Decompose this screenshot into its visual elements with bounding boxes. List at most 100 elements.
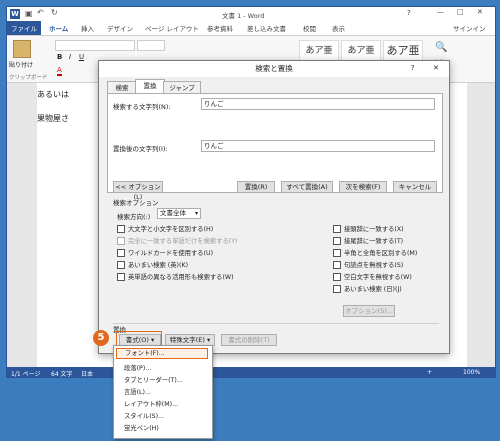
doc-line-1: あるいは [37, 90, 69, 99]
checkbox[interactable] [117, 224, 125, 233]
page-count[interactable]: 1/1 ページ [11, 369, 40, 377]
right-option-4[interactable]: 空白文字を無視する(W) [333, 272, 412, 281]
menu-item-frame[interactable]: レイアウト枠(M)... [124, 399, 178, 408]
replace-all-button[interactable]: すべて置換(A) [281, 181, 333, 193]
maximize-icon[interactable]: □ [457, 8, 464, 16]
font-color-icon[interactable]: A [57, 66, 62, 76]
status-bar: 1/1 ページ 64 文字 日本 + 100% [7, 367, 495, 377]
checkbox[interactable] [117, 260, 125, 269]
checkbox[interactable] [333, 236, 341, 245]
zoom-level[interactable]: 100% [463, 369, 480, 376]
checkbox[interactable] [333, 272, 341, 281]
find-next-button[interactable]: 次を検索(F) [339, 181, 387, 193]
format-button-highlight [116, 331, 162, 346]
checkbox[interactable] [333, 224, 341, 233]
menu-item-font[interactable]: フォント(F)... [116, 348, 208, 359]
menu-item-tabs[interactable]: タブとリーダー(T)... [124, 375, 183, 384]
right-option-3[interactable]: 句読点を無視する(S) [333, 260, 403, 269]
tab-view[interactable]: 表示 [332, 23, 345, 33]
bold-icon[interactable]: B [57, 53, 62, 61]
right-option-5[interactable]: あいまい検索 (日)(J) [333, 284, 402, 293]
save-icon[interactable]: ▣ [25, 9, 33, 18]
format-menu: フォント(F)... 段落(P)... タブとリーダー(T)... 言語(L).… [113, 345, 213, 439]
doc-line-2: 果物屋さ [37, 114, 69, 123]
checkbox-label: あいまい検索 (日)(J) [344, 286, 402, 293]
menu-item-paragraph[interactable]: 段落(P)... [124, 363, 151, 372]
tab-design[interactable]: デザイン [107, 23, 133, 33]
tab-insert[interactable]: 挿入 [81, 23, 94, 33]
checkbox-label: 空白文字を無視する(W) [344, 274, 412, 281]
direction-value: 文書全体 [160, 209, 186, 217]
zoom-plus-icon[interactable]: + [427, 369, 432, 376]
left-option-3[interactable]: あいまい検索 (英)(K) [117, 260, 188, 269]
dialog-help-icon[interactable]: ? [411, 64, 415, 72]
help-icon[interactable]: ? [407, 9, 411, 17]
dialog-close-icon[interactable]: ✕ [433, 64, 439, 72]
minimize-icon[interactable]: — [437, 8, 444, 16]
chevron-down-icon: ▾ [194, 210, 198, 217]
word-logo-icon: W [10, 9, 20, 19]
replace-button[interactable]: 置換(R) [237, 181, 275, 193]
right-option-2[interactable]: 半角と全角を区別する(M) [333, 248, 417, 257]
ime-options-button[interactable]: オプション(S)... [343, 305, 395, 317]
left-option-0[interactable]: 大文字と小文字を区別する(H) [117, 224, 213, 233]
font-name-box[interactable] [55, 40, 135, 51]
checkbox[interactable] [333, 248, 341, 257]
checkbox[interactable] [117, 272, 125, 281]
signin-link[interactable]: サインイン [453, 23, 486, 33]
menu-item-highlight[interactable]: 蛍光ペン(H) [124, 423, 159, 432]
tab-replace[interactable]: 置換 [135, 79, 165, 94]
tab-page-layout[interactable]: ページ レイアウト [145, 23, 199, 33]
tab-home[interactable]: ホーム [49, 23, 68, 33]
clipboard-label: クリップボード [9, 75, 48, 81]
checkbox[interactable] [333, 284, 341, 293]
left-option-2[interactable]: ワイルドカードを使用する(U) [117, 248, 213, 257]
checkbox[interactable] [117, 236, 125, 245]
checkbox-label: 接頭辞に一致する(X) [344, 226, 404, 233]
find-icon[interactable]: 🔍 [435, 42, 447, 53]
checkbox-label: 大文字と小文字を区別する(H) [128, 226, 214, 233]
window-title: 文書 1 - Word [222, 12, 265, 20]
left-option-4[interactable]: 英単語の異なる活用形も検索する(W) [117, 272, 234, 281]
underline-icon[interactable]: U [79, 53, 84, 61]
dialog-title: 検索と置換 [99, 61, 449, 77]
find-replace-dialog: 検索と置換 ? ✕ 検索 置換 ジャンプ 検索する文字列(N): りんご 置換後… [98, 60, 450, 354]
checkbox[interactable] [333, 260, 341, 269]
divider [113, 323, 439, 324]
cancel-button[interactable]: キャンセル [393, 181, 437, 193]
step-badge: 5 [93, 330, 109, 346]
find-input[interactable]: りんご [201, 98, 435, 110]
tab-file[interactable]: ファイル [7, 21, 41, 35]
word-count[interactable]: 64 文字 [51, 369, 73, 377]
tab-references[interactable]: 参考資料 [207, 23, 233, 33]
paste-label[interactable]: 貼り付け [9, 60, 33, 69]
replace-label: 置換後の文字列(I): [113, 145, 168, 153]
redo-icon[interactable]: ↻ [51, 8, 58, 17]
title-bar: W ▣ ↶ ↻ 文書 1 - Word ? — □ ✕ [7, 7, 495, 21]
search-options-label: 検索オプション [113, 199, 159, 207]
checkbox-label: あいまい検索 (英)(K) [128, 262, 189, 269]
find-label: 検索する文字列(N): [113, 103, 171, 111]
checkbox-label: 句読点を無視する(S) [344, 262, 404, 269]
checkbox-label: 半角と全角を区別する(M) [344, 250, 418, 257]
font-size-box[interactable] [137, 40, 165, 51]
italic-icon[interactable]: I [69, 53, 71, 61]
clear-format-button[interactable]: 書式の削除(T) [221, 334, 277, 346]
direction-label: 検索方向(:) [117, 213, 151, 221]
close-icon[interactable]: ✕ [477, 8, 483, 16]
undo-icon[interactable]: ↶ [37, 8, 44, 17]
checkbox-label: ワイルドカードを使用する(U) [128, 250, 214, 257]
menu-item-style[interactable]: スタイル(S)... [124, 411, 164, 420]
right-option-0[interactable]: 接頭辞に一致する(X) [333, 224, 404, 233]
checkbox[interactable] [117, 248, 125, 257]
direction-select[interactable]: 文書全体 ▾ [157, 208, 201, 219]
paste-icon[interactable] [13, 40, 31, 58]
menu-item-language[interactable]: 言語(L)... [124, 387, 151, 396]
tab-review[interactable]: 校閲 [303, 23, 316, 33]
left-option-1[interactable]: 完全に一致する単語だけを検索する(Y) [117, 236, 238, 245]
options-toggle-button[interactable]: << オプション(L) [113, 181, 163, 201]
replace-input[interactable]: りんご [201, 140, 435, 152]
language[interactable]: 日本 [81, 369, 93, 377]
right-option-1[interactable]: 接尾辞に一致する(T) [333, 236, 403, 245]
tab-mailings[interactable]: 差し込み文書 [247, 23, 286, 33]
